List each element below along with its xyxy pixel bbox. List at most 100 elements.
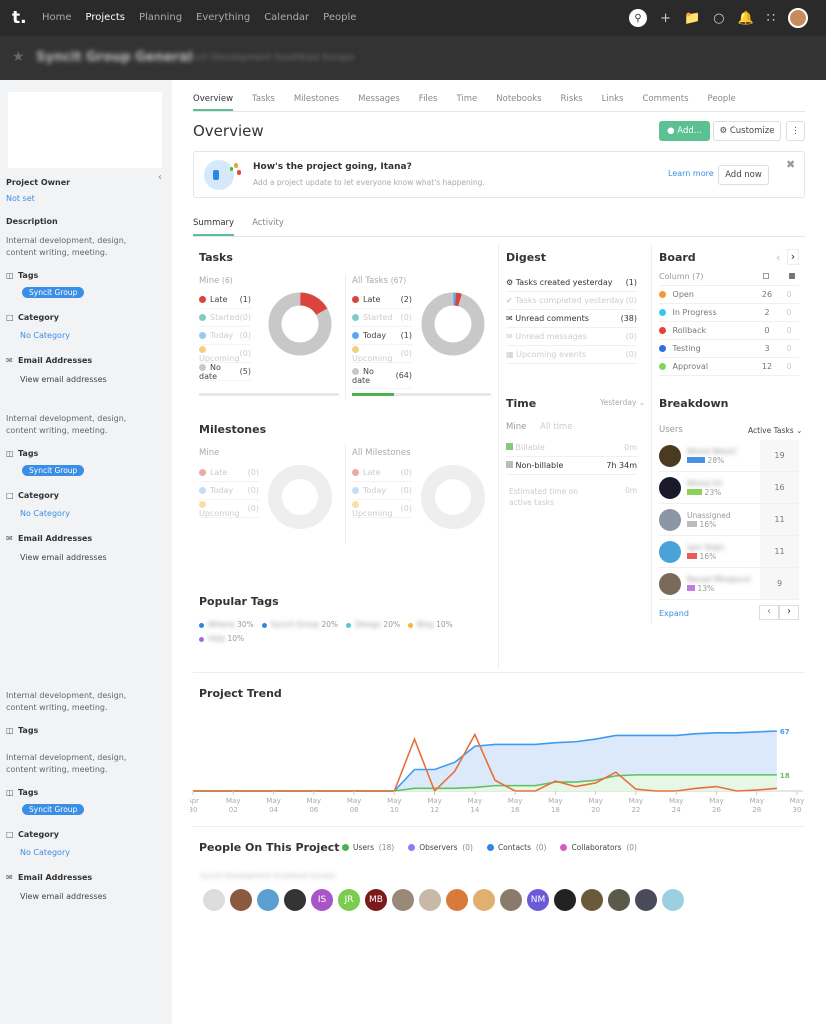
board-row[interactable]: Testing 3 0 <box>659 340 799 358</box>
breakdown-row[interactable]: Nenad Mihajlović 13% 9 <box>659 568 799 600</box>
person-avatar[interactable] <box>392 889 414 911</box>
person-avatar[interactable] <box>554 889 576 911</box>
apps-grid-icon[interactable]: ∷ <box>767 11 775 26</box>
view-email-link[interactable]: View email addresses <box>20 553 107 562</box>
person-avatar[interactable] <box>284 889 306 911</box>
digest-row[interactable]: ✉ Unread messages (0) <box>506 328 637 346</box>
time-all-tab[interactable]: All time <box>540 422 572 432</box>
customize-button[interactable]: ⚙ Customize <box>713 121 781 141</box>
task-status-no-date[interactable]: No date (5) <box>199 363 251 381</box>
tab-notebooks[interactable]: Notebooks <box>496 94 541 111</box>
add-button[interactable]: ● Add... <box>659 121 710 141</box>
tab-tasks[interactable]: Tasks <box>252 94 275 111</box>
task-status-late[interactable]: Late (2) <box>352 291 412 309</box>
person-avatar[interactable] <box>581 889 603 911</box>
milestone-status-upcoming[interactable]: Upcoming (0) <box>199 500 259 518</box>
digest-row[interactable]: ▦ Upcoming events (0) <box>506 346 637 364</box>
legend-contacts[interactable]: Contacts (0) <box>486 843 546 852</box>
person-avatar[interactable] <box>473 889 495 911</box>
breakdown-row[interactable]: Unassigned 16% 11 <box>659 504 799 536</box>
task-status-started[interactable]: Started (0) <box>352 309 412 327</box>
breakdown-row[interactable]: Nikola Nikolić 28% 19 <box>659 440 799 472</box>
collapse-sidebar-icon[interactable]: ‹ <box>158 172 162 183</box>
expand-link[interactable]: Expand <box>659 609 689 618</box>
board-row[interactable]: Rollback 0 0 <box>659 322 799 340</box>
digest-row[interactable]: ⚙ Tasks created yesterday (1) <box>506 274 637 292</box>
tag-badge[interactable]: Syncit Group <box>22 804 85 815</box>
person-avatar[interactable] <box>608 889 630 911</box>
nav-calendar[interactable]: Calendar <box>264 12 309 23</box>
tab-comments[interactable]: Comments <box>642 94 688 111</box>
time-mine-tab[interactable]: Mine <box>506 422 526 432</box>
tab-messages[interactable]: Messages <box>358 94 400 111</box>
owner-value[interactable]: Not set <box>6 194 35 203</box>
task-status-started[interactable]: Started (0) <box>199 309 251 327</box>
milestone-status-late[interactable]: Late (0) <box>199 464 259 482</box>
popular-tag[interactable]: Design 20% <box>346 620 400 629</box>
breakdown-next-button[interactable]: › <box>779 605 799 620</box>
add-now-button[interactable]: Add now <box>718 165 769 185</box>
task-status-late[interactable]: Late (1) <box>199 291 251 309</box>
tag-badge[interactable]: Syncit Group <box>22 287 85 298</box>
milestone-status-upcoming[interactable]: Upcoming (0) <box>352 500 412 518</box>
board-row[interactable]: Approval 12 0 <box>659 358 799 376</box>
legend-collaborators[interactable]: Collaborators (0) <box>560 843 637 852</box>
close-icon[interactable]: ✖ <box>786 158 795 171</box>
board-next-icon[interactable]: › <box>787 249 799 265</box>
person-avatar[interactable] <box>257 889 279 911</box>
breakdown-row[interactable]: Igor Stajic 16% 11 <box>659 536 799 568</box>
nav-planning[interactable]: Planning <box>139 12 182 23</box>
person-avatar[interactable]: MB <box>365 889 387 911</box>
star-icon[interactable]: ★ <box>12 49 25 65</box>
person-avatar[interactable] <box>419 889 441 911</box>
person-avatar[interactable] <box>230 889 252 911</box>
view-email-link[interactable]: View email addresses <box>20 375 107 384</box>
popular-tag[interactable]: Athena 30% <box>199 620 254 629</box>
learn-more-link[interactable]: Learn more <box>668 169 714 178</box>
task-status-today[interactable]: Today (1) <box>352 327 412 345</box>
board-prev-icon[interactable]: ‹ <box>776 251 780 264</box>
subtab-activity[interactable]: Activity <box>252 218 284 236</box>
user-avatar[interactable] <box>788 8 808 28</box>
milestone-status-today[interactable]: Today (0) <box>352 482 412 500</box>
tab-links[interactable]: Links <box>602 94 624 111</box>
breakdown-prev-button[interactable]: ‹ <box>759 605 779 620</box>
person-avatar[interactable]: IS <box>311 889 333 911</box>
breakdown-sort-dropdown[interactable]: Active Tasks ⌄ <box>748 426 802 435</box>
folder-icon[interactable]: 📁 <box>684 11 700 26</box>
tab-overview[interactable]: Overview <box>193 94 234 111</box>
tab-time[interactable]: Time <box>456 94 477 111</box>
nav-projects[interactable]: Projects <box>86 12 125 23</box>
breakdown-row[interactable]: Nikola Ilić 23% 16 <box>659 472 799 504</box>
board-row[interactable]: In Progress 2 0 <box>659 304 799 322</box>
nav-home[interactable]: Home <box>42 12 72 23</box>
person-avatar[interactable] <box>635 889 657 911</box>
time-period-dropdown[interactable]: Yesterday ⌄ <box>600 398 645 407</box>
digest-row[interactable]: ✉ Unread comments (38) <box>506 310 637 328</box>
subtab-summary[interactable]: Summary <box>193 218 235 236</box>
logo[interactable]: t. <box>12 8 27 28</box>
tag-badge[interactable]: Syncit Group <box>22 465 85 476</box>
legend-observers[interactable]: Observers (0) <box>408 843 473 852</box>
milestone-status-today[interactable]: Today (0) <box>199 482 259 500</box>
category-value[interactable]: No Category <box>20 509 70 518</box>
nav-people[interactable]: People <box>323 12 356 23</box>
bell-icon[interactable]: 🔔 <box>738 11 754 26</box>
task-status-today[interactable]: Today (0) <box>199 327 251 345</box>
milestone-status-late[interactable]: Late (0) <box>352 464 412 482</box>
tab-people[interactable]: People <box>708 94 736 111</box>
nav-everything[interactable]: Everything <box>196 12 250 23</box>
board-row[interactable]: Open 26 0 <box>659 286 799 304</box>
tab-risks[interactable]: Risks <box>561 94 583 111</box>
popular-tag[interactable]: Syncit Group 20% <box>261 620 338 629</box>
person-avatar[interactable] <box>500 889 522 911</box>
popular-tag[interactable]: Help 10% <box>199 634 244 643</box>
person-avatar[interactable]: JR <box>338 889 360 911</box>
category-value[interactable]: No Category <box>20 848 70 857</box>
digest-row[interactable]: ✔ Tasks completed yesterday (0) <box>506 292 637 310</box>
tab-milestones[interactable]: Milestones <box>294 94 339 111</box>
legend-users[interactable]: Users (18) <box>342 843 394 852</box>
popular-tag[interactable]: Blog 10% <box>408 620 453 629</box>
task-status-upcoming[interactable]: Upcoming (0) <box>199 345 251 363</box>
view-email-link[interactable]: View email addresses <box>20 892 107 901</box>
